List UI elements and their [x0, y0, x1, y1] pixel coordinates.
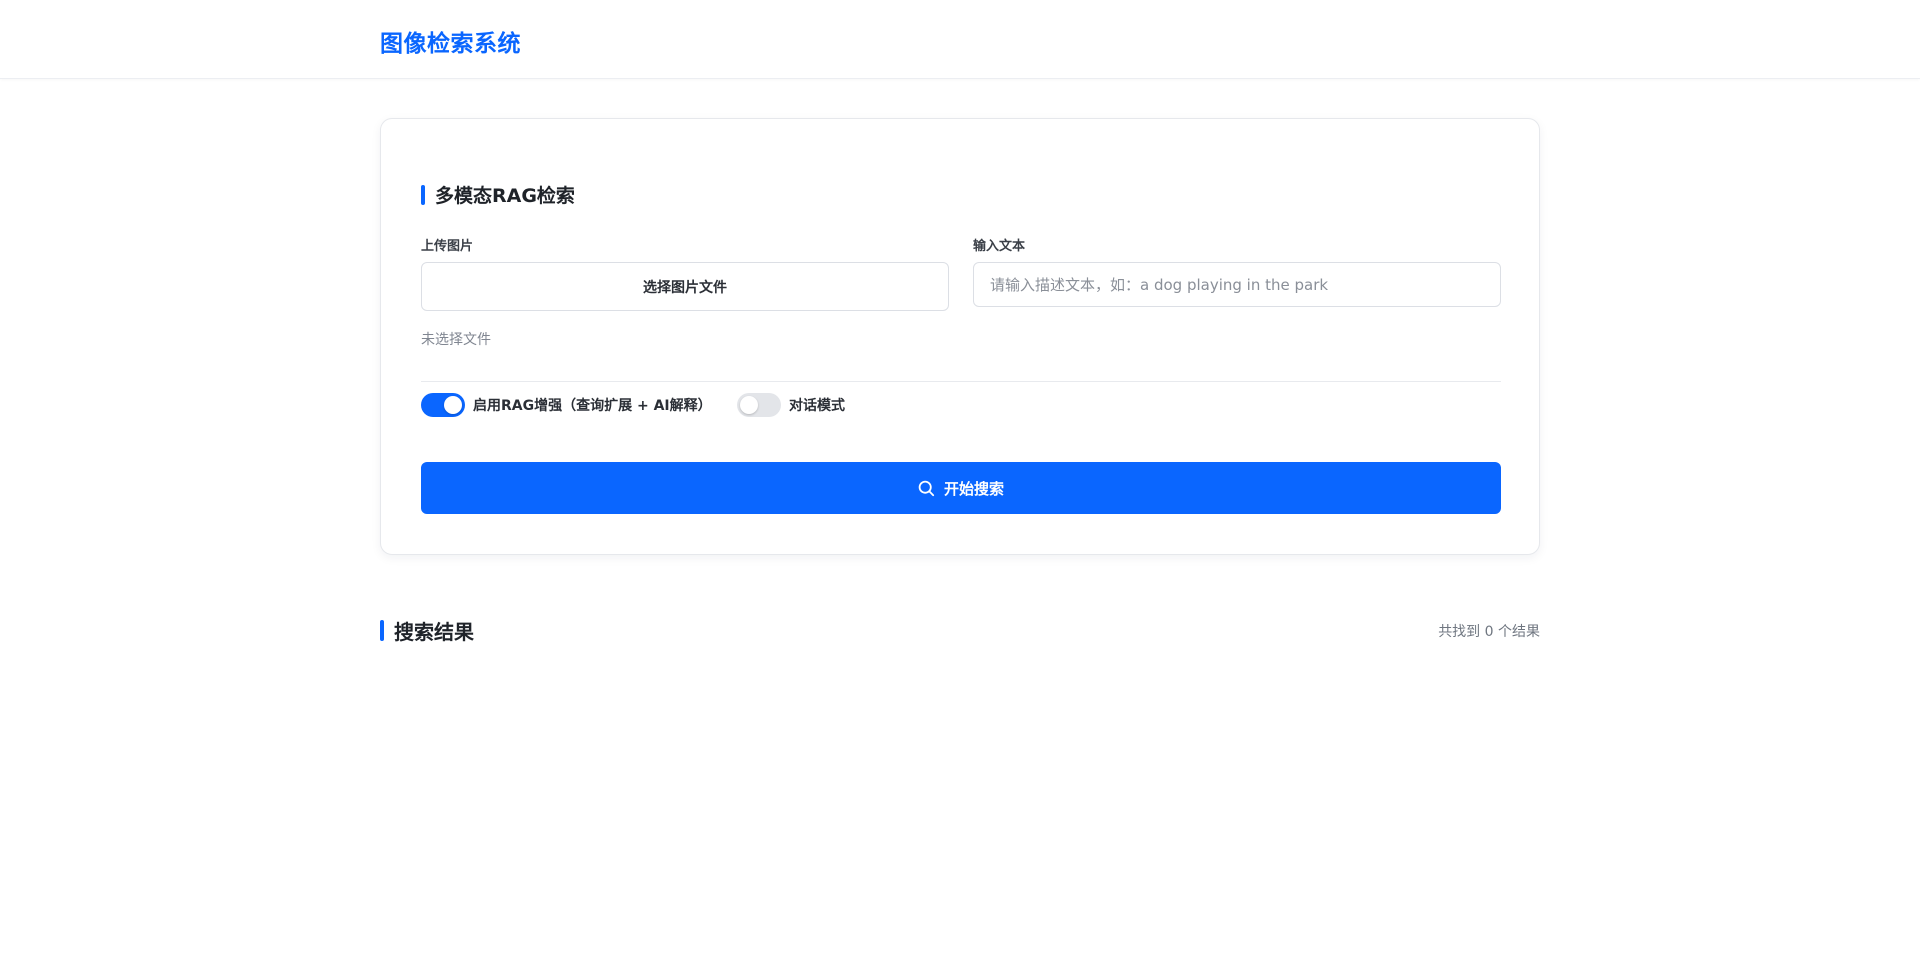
- rag-enhance-switch[interactable]: [421, 393, 465, 417]
- dialog-mode-toggle[interactable]: 对话模式: [737, 393, 845, 417]
- dialog-mode-label: 对话模式: [789, 398, 845, 414]
- start-search-label: 开始搜索: [943, 480, 1004, 498]
- heading-accent-bar: [380, 620, 384, 641]
- file-selection-status: 未选择文件: [421, 332, 491, 348]
- switch-knob: [740, 396, 758, 414]
- results-title: 搜索结果: [394, 620, 474, 644]
- search-icon: [918, 480, 935, 497]
- rag-enhance-toggle[interactable]: 启用RAG增强（查询扩展 + AI解释）: [421, 393, 712, 417]
- dialog-mode-switch[interactable]: [737, 393, 781, 417]
- heading-accent-bar: [421, 184, 425, 205]
- search-card-heading: 多模态RAG检索: [421, 181, 575, 208]
- results-count: 共找到 0 个结果: [1438, 624, 1540, 640]
- options-divider: [421, 381, 1501, 382]
- choose-image-file-button[interactable]: 选择图片文件: [421, 262, 949, 311]
- results-heading: 搜索结果: [380, 616, 474, 645]
- switch-knob: [444, 396, 462, 414]
- text-query-label: 输入文本: [973, 239, 1026, 254]
- search-card-title: 多模态RAG检索: [435, 185, 575, 207]
- choose-image-file-label: 选择图片文件: [643, 279, 727, 296]
- top-navbar: 图像检索系统: [0, 0, 1920, 79]
- app-title[interactable]: 图像检索系统: [380, 24, 521, 58]
- text-query-input[interactable]: [973, 262, 1501, 307]
- upload-image-label: 上传图片: [421, 239, 474, 254]
- search-card: 多模态RAG检索 上传图片 选择图片文件 未选择文件 输入文本 启用RAG增强（…: [380, 118, 1540, 555]
- start-search-button[interactable]: 开始搜索: [421, 462, 1501, 514]
- rag-enhance-label: 启用RAG增强（查询扩展 + AI解释）: [473, 398, 712, 414]
